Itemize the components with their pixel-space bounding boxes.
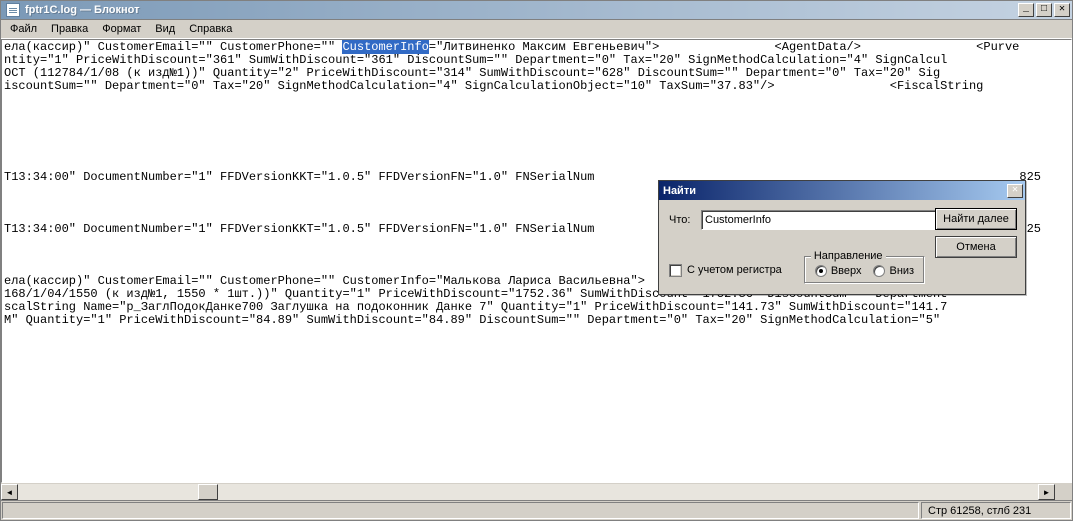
log-line: scalString Name="р_ЗаглПодокДанке700 Заг… <box>4 300 947 314</box>
find-close-button[interactable]: ✕ <box>1007 184 1023 198</box>
horizontal-scrollbar[interactable]: ◄ ► <box>1 483 1072 500</box>
window-title: fptr1C.log — Блокнот <box>25 4 1018 16</box>
radio-icon <box>873 265 885 277</box>
menu-help[interactable]: Справка <box>182 21 239 37</box>
direction-up-radio[interactable]: Вверх <box>815 265 862 277</box>
menu-edit[interactable]: Правка <box>44 21 95 37</box>
scroll-track[interactable] <box>18 484 1038 500</box>
log-line: ела(кассир)" CustomerEmail="" CustomerPh… <box>4 40 342 54</box>
direction-down-radio[interactable]: Вниз <box>873 265 914 277</box>
checkbox-icon <box>669 264 682 277</box>
log-line: ntity="1" PriceWithDiscount="361" SumWit… <box>4 53 947 67</box>
scroll-corner <box>1055 484 1072 500</box>
text-selection: CustomerInfo <box>342 40 428 54</box>
menu-file[interactable]: Файл <box>3 21 44 37</box>
find-dialog: Найти ✕ Что: Найти далее Отмена С учетом… <box>658 180 1026 295</box>
direction-legend: Направление <box>811 250 886 262</box>
minimize-button[interactable]: _ <box>1018 3 1034 17</box>
status-position: Стр 61258, стлб 231 <box>921 502 1071 519</box>
find-title: Найти <box>663 185 1007 197</box>
titlebar: fptr1C.log — Блокнот _ □ ✕ <box>1 1 1072 20</box>
menu-format[interactable]: Формат <box>95 21 148 37</box>
scroll-right-button[interactable]: ► <box>1038 484 1055 500</box>
status-bar: Стр 61258, стлб 231 <box>1 500 1072 520</box>
maximize-button[interactable]: □ <box>1036 3 1052 17</box>
find-cancel-button[interactable]: Отмена <box>935 236 1017 258</box>
scroll-thumb[interactable] <box>198 484 218 500</box>
menu-view[interactable]: Вид <box>148 21 182 37</box>
match-case-checkbox[interactable]: С учетом регистра <box>669 264 782 277</box>
close-button[interactable]: ✕ <box>1054 3 1070 17</box>
status-empty <box>2 502 919 519</box>
find-titlebar[interactable]: Найти ✕ <box>659 181 1025 200</box>
log-line: M" Quantity="1" PriceWithDiscount="84.89… <box>4 313 947 327</box>
scroll-left-button[interactable]: ◄ <box>1 484 18 500</box>
log-line: ОСТ (112784/1/08 (к изд№1))" Quantity="2… <box>4 66 940 80</box>
log-line: iscountSum="" Department="0" Tax="20" Si… <box>4 79 991 93</box>
log-line: ="Литвиненко Максим Евгеньевич"> <AgentD… <box>429 40 1020 54</box>
match-case-label: С учетом регистра <box>687 264 782 276</box>
menubar: Файл Правка Формат Вид Справка <box>1 20 1072 39</box>
find-next-button[interactable]: Найти далее <box>935 208 1017 230</box>
notepad-icon <box>6 3 20 17</box>
find-what-label: Что: <box>669 214 701 226</box>
direction-up-label: Вверх <box>831 265 862 277</box>
radio-icon <box>815 265 827 277</box>
direction-group: Направление Вверх Вниз <box>804 256 925 284</box>
direction-down-label: Вниз <box>889 265 914 277</box>
